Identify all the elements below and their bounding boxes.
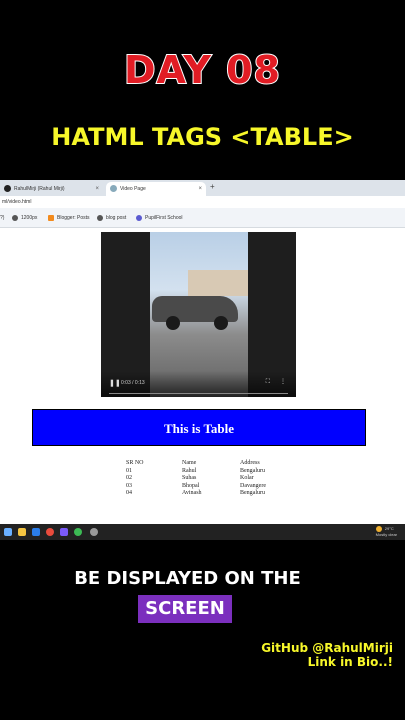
- tab-video-page[interactable]: Video Page ×: [106, 182, 206, 196]
- tab-bar: RahulMirji (Rahul Mirji) × Video Page × …: [0, 180, 405, 196]
- tab-label: Video Page: [120, 186, 146, 192]
- globe-icon: [110, 185, 117, 192]
- fullscreen-icon[interactable]: ⛶: [266, 379, 270, 386]
- table-cell: Davangere: [240, 482, 266, 489]
- subtitle: HATML TAGS <TABLE>: [51, 123, 354, 151]
- caption-line: BE DISPLAYED ON THE: [74, 568, 301, 589]
- pause-icon[interactable]: ❚❚: [109, 379, 121, 387]
- close-icon[interactable]: ×: [95, 182, 99, 196]
- tab-label: RahulMirji (Rahul Mirji): [14, 186, 65, 192]
- vscode-icon[interactable]: [32, 528, 40, 536]
- table-cell: Suhas: [182, 475, 197, 481]
- pupilfirst-icon: [136, 214, 142, 221]
- table-row: 01 Rahul Bengaluru: [126, 468, 296, 476]
- table-cell: Kolar: [240, 475, 254, 481]
- globe-icon: [97, 214, 103, 221]
- windows-start-icon[interactable]: [4, 528, 12, 536]
- table-header: Name: [182, 460, 197, 466]
- video-time: 0:03 / 0:13: [121, 380, 145, 386]
- page-banner: This is Table: [32, 409, 366, 446]
- bookmarks-bar: ?) 1200px Blogger: Posts blog post Pupil…: [0, 208, 405, 228]
- weather-temp: 29°C: [384, 526, 394, 532]
- caption-highlight: SCREEN: [138, 595, 232, 623]
- bio-link-text: Link in Bio..!: [307, 655, 393, 669]
- globe-icon: [12, 214, 18, 221]
- progress-bar[interactable]: [109, 393, 288, 394]
- bookmark-item[interactable]: 1200px: [12, 214, 37, 222]
- github-icon: [4, 185, 11, 192]
- table-cell: Rahul: [182, 467, 197, 474]
- wheel-graphic: [214, 316, 228, 330]
- app-icon[interactable]: [60, 528, 68, 536]
- github-credit: GitHub @RahulMirji Link in Bio..!: [261, 641, 393, 669]
- bookmark-item[interactable]: ?): [0, 214, 4, 222]
- more-options-icon[interactable]: ⋮: [280, 378, 286, 385]
- chrome-icon[interactable]: [46, 528, 54, 536]
- data-table: SR NO Name Address 01 Rahul Bengaluru 02…: [126, 460, 296, 498]
- taskbar: 29°C Mostly clear: [0, 524, 405, 540]
- settings-icon[interactable]: [90, 528, 98, 536]
- video-player[interactable]: ❚❚ 0:03 / 0:13 ⛶ ⋮: [101, 232, 296, 397]
- table-cell: Bengaluru: [240, 467, 265, 474]
- table-header-row: SR NO Name Address: [126, 460, 296, 468]
- table-cell: 02: [126, 475, 132, 481]
- building-graphic: [188, 270, 248, 296]
- table-cell: 03: [126, 482, 132, 489]
- tab-github[interactable]: RahulMirji (Rahul Mirji) ×: [0, 182, 103, 196]
- table-cell: 01: [126, 467, 132, 474]
- table-row: 03 Bhopal Davangere: [126, 483, 296, 491]
- file-explorer-icon[interactable]: [18, 528, 26, 536]
- table-cell: Avinash: [182, 490, 202, 496]
- new-tab-button[interactable]: +: [210, 182, 215, 191]
- table-header: SR NO: [126, 460, 144, 466]
- table-cell: Bengaluru: [240, 490, 265, 496]
- bookmark-item[interactable]: PupilFirst School: [136, 214, 183, 222]
- browser-window: RahulMirji (Rahul Mirji) × Video Page × …: [0, 180, 405, 540]
- table-cell: 04: [126, 490, 132, 496]
- close-icon[interactable]: ×: [198, 182, 202, 196]
- github-handle: GitHub @RahulMirji: [261, 641, 393, 655]
- day-title: DAY 08: [123, 47, 281, 93]
- table-header: Address: [240, 460, 260, 466]
- address-bar[interactable]: ml/video.html: [0, 196, 405, 208]
- weather-desc: Mostly clear: [375, 532, 397, 537]
- bookmark-item[interactable]: Blogger: Posts: [48, 214, 90, 222]
- table-row: 02 Suhas Kolar: [126, 475, 296, 483]
- bookmark-item[interactable]: blog post: [97, 214, 126, 222]
- table-cell: Bhopal: [182, 482, 200, 489]
- table-row: 04 Avinash Bengaluru: [126, 490, 296, 498]
- video-controls: ❚❚ 0:03 / 0:13 ⛶ ⋮: [101, 371, 296, 397]
- blogger-icon: [48, 214, 54, 221]
- app-icon[interactable]: [74, 528, 82, 536]
- weather-widget[interactable]: 29°C Mostly clear: [375, 526, 397, 537]
- wheel-graphic: [166, 316, 180, 330]
